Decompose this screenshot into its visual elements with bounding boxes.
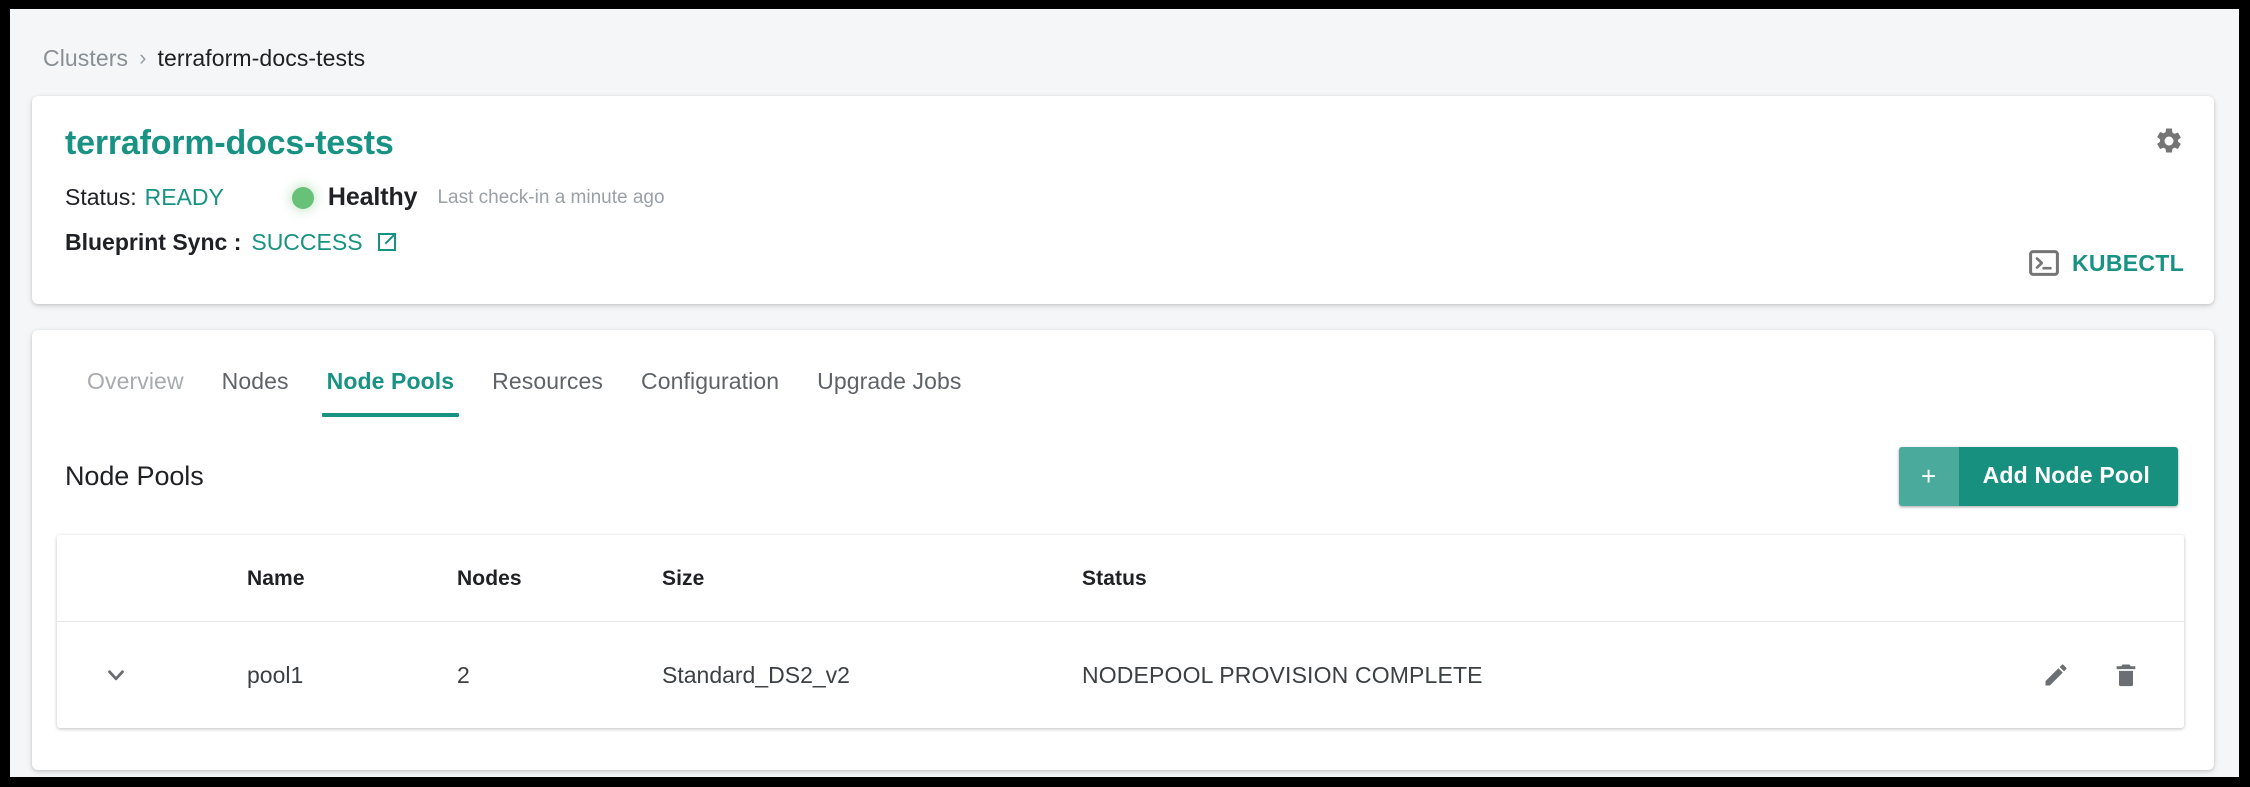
column-header-toggle [57, 535, 247, 622]
status-label: Status: [65, 184, 137, 211]
health-group: Healthy Last check-in a minute ago [291, 183, 665, 212]
tab-upgrade-jobs[interactable]: Upgrade Jobs [798, 360, 980, 417]
table-header-row: Name Nodes Size Status [57, 535, 2184, 622]
settings-button[interactable] [2154, 126, 2184, 156]
plus-icon: + [1898, 447, 1959, 506]
add-node-pool-button[interactable]: + Add Node Pool [1898, 447, 2178, 506]
column-header-size: Size [662, 535, 1082, 622]
health-status-label: Healthy [327, 183, 418, 212]
tab-configuration[interactable]: Configuration [622, 360, 798, 417]
cell-status: NODEPOOL PROVISION COMPLETE [1082, 661, 1483, 688]
cell-name: pool1 [247, 661, 304, 688]
tab-node-pools[interactable]: Node Pools [308, 360, 474, 417]
table-body: pool1 2 Standard_DS2_v2 NODEPOOL PROVISI… [57, 622, 2184, 729]
cell-size: Standard_DS2_v2 [662, 661, 850, 688]
screenshot-frame: Clusters › terraform-docs-tests terrafor… [0, 0, 2250, 787]
chevron-down-icon[interactable] [99, 658, 133, 692]
status-value: READY [144, 184, 224, 211]
cluster-header-card: terraform-docs-tests Status: READY Healt… [32, 96, 2214, 304]
add-node-pool-label: Add Node Pool [1958, 447, 2178, 506]
breadcrumb-separator-icon: › [139, 44, 147, 70]
trash-icon[interactable] [2112, 661, 2140, 689]
external-link-icon[interactable] [375, 230, 399, 254]
column-header-nodes: Nodes [457, 535, 662, 622]
pencil-icon[interactable] [2042, 661, 2070, 689]
blueprint-sync-value[interactable]: SUCCESS [251, 230, 362, 254]
health-status-dot-icon [291, 186, 314, 209]
column-header-status: Status [1082, 535, 1934, 622]
column-header-name: Name [247, 535, 457, 622]
breadcrumb: Clusters › terraform-docs-tests [10, 9, 2239, 70]
row-toggle-cell [57, 622, 247, 729]
node-pools-table-container: Name Nodes Size Status pool1 2 Standard_… [57, 535, 2184, 728]
page-title: terraform-docs-tests [65, 124, 394, 162]
tab-nodes[interactable]: Nodes [203, 360, 308, 417]
tab-bar: Overview Nodes Node Pools Resources Conf… [32, 330, 2214, 417]
page-root: Clusters › terraform-docs-tests terrafor… [10, 9, 2239, 777]
cluster-detail-card: Overview Nodes Node Pools Resources Conf… [32, 330, 2214, 770]
node-pools-table: Name Nodes Size Status pool1 2 Standard_… [57, 535, 2184, 728]
table-head: Name Nodes Size Status [57, 535, 2184, 622]
blueprint-sync-label: Blueprint Sync : [65, 228, 242, 255]
cell-actions [1934, 622, 2184, 729]
kubectl-button[interactable]: KUBECTL [2029, 250, 2184, 276]
tab-resources[interactable]: Resources [473, 360, 622, 417]
tab-overview[interactable]: Overview [65, 360, 203, 417]
last-checkin-text: Last check-in a minute ago [437, 187, 665, 209]
breadcrumb-current-cluster: terraform-docs-tests [157, 45, 366, 71]
column-header-actions [1934, 535, 2184, 622]
table-row: pool1 2 Standard_DS2_v2 NODEPOOL PROVISI… [57, 622, 2184, 729]
breadcrumb-link-clusters[interactable]: Clusters [43, 47, 128, 70]
terminal-icon [2029, 250, 2059, 276]
kubectl-label: KUBECTL [2072, 249, 2184, 276]
section-title: Node Pools [65, 461, 204, 491]
blueprint-sync-row: Blueprint Sync : SUCCESS [65, 230, 2184, 254]
section-header: Node Pools + Add Node Pool [32, 417, 2214, 506]
cluster-status-row: Status: READY Healthy Last check-in a mi… [65, 185, 2184, 210]
cell-nodes: 2 [457, 661, 470, 688]
